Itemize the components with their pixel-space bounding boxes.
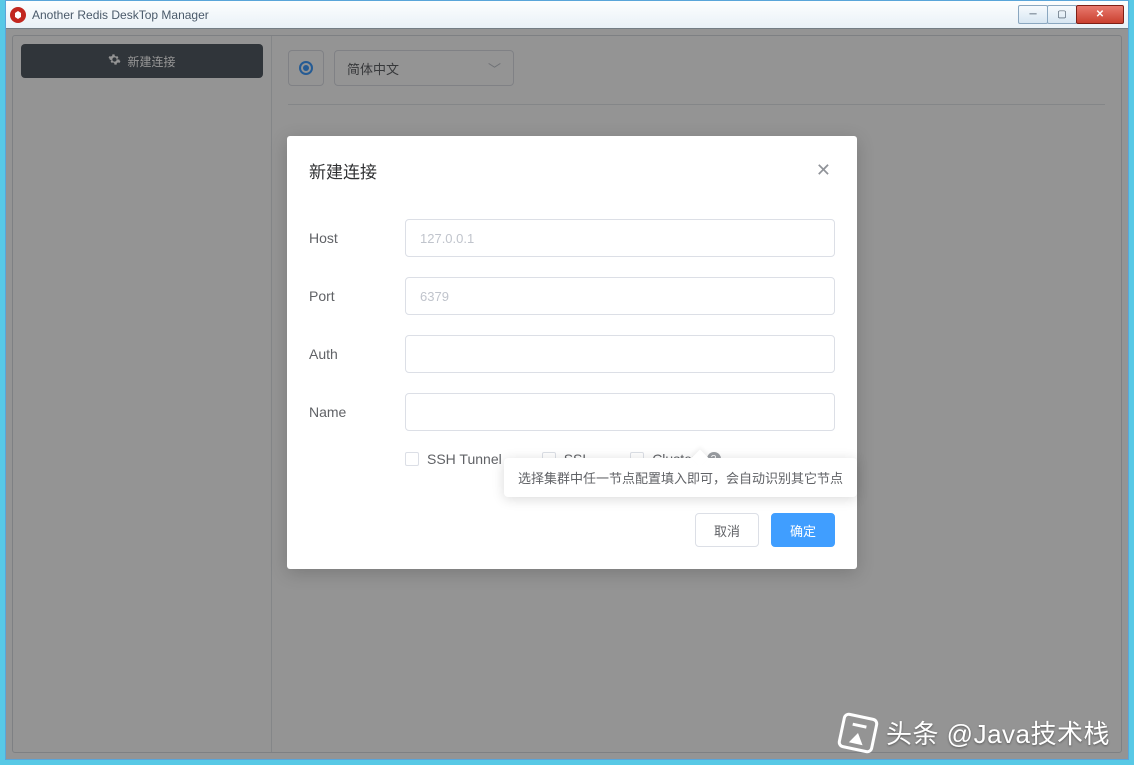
form-row-auth: Auth (309, 335, 835, 373)
form-row-name: Name (309, 393, 835, 431)
app-icon (10, 7, 26, 23)
checkbox-ssh-tunnel[interactable]: SSH Tunnel (405, 451, 502, 467)
ok-label: 确定 (790, 521, 816, 540)
cancel-button[interactable]: 取消 (695, 513, 759, 547)
maximize-button[interactable]: ▢ (1047, 5, 1077, 24)
label-port: Port (309, 288, 405, 304)
name-input[interactable] (405, 393, 835, 431)
label-name: Name (309, 404, 405, 420)
label-host: Host (309, 230, 405, 246)
checkbox-box-icon (405, 452, 419, 466)
dialog-header: 新建连接 ✕ (309, 158, 835, 183)
window-controls: ─ ▢ ✕ (1019, 5, 1124, 24)
dialog-title: 新建连接 (309, 158, 377, 183)
close-button[interactable]: ✕ (1076, 5, 1124, 24)
ok-button[interactable]: 确定 (771, 513, 835, 547)
watermark-icon (837, 711, 880, 754)
cluster-tooltip: 选择集群中任一节点配置填入即可，会自动识别其它节点 (504, 458, 857, 497)
dialog-close-icon[interactable]: ✕ (812, 160, 835, 181)
dialog-footer: 取消 确定 (309, 513, 835, 547)
auth-input[interactable] (405, 335, 835, 373)
titlebar: Another Redis DeskTop Manager ─ ▢ ✕ (6, 1, 1128, 29)
minimize-button[interactable]: ─ (1018, 5, 1048, 24)
label-auth: Auth (309, 346, 405, 362)
checkbox-ssh-label: SSH Tunnel (427, 451, 502, 467)
window-title: Another Redis DeskTop Manager (32, 8, 1019, 22)
watermark: 头条 @Java技术栈 (840, 714, 1110, 751)
form-row-host: Host (309, 219, 835, 257)
host-input[interactable] (405, 219, 835, 257)
tooltip-text: 选择集群中任一节点配置填入即可，会自动识别其它节点 (518, 471, 843, 486)
port-input[interactable] (405, 277, 835, 315)
cancel-label: 取消 (714, 521, 740, 540)
watermark-text: 头条 @Java技术栈 (886, 714, 1110, 751)
form-row-port: Port (309, 277, 835, 315)
new-connection-dialog: 新建连接 ✕ Host Port Auth Name SSH Tunnel SS… (287, 136, 857, 569)
